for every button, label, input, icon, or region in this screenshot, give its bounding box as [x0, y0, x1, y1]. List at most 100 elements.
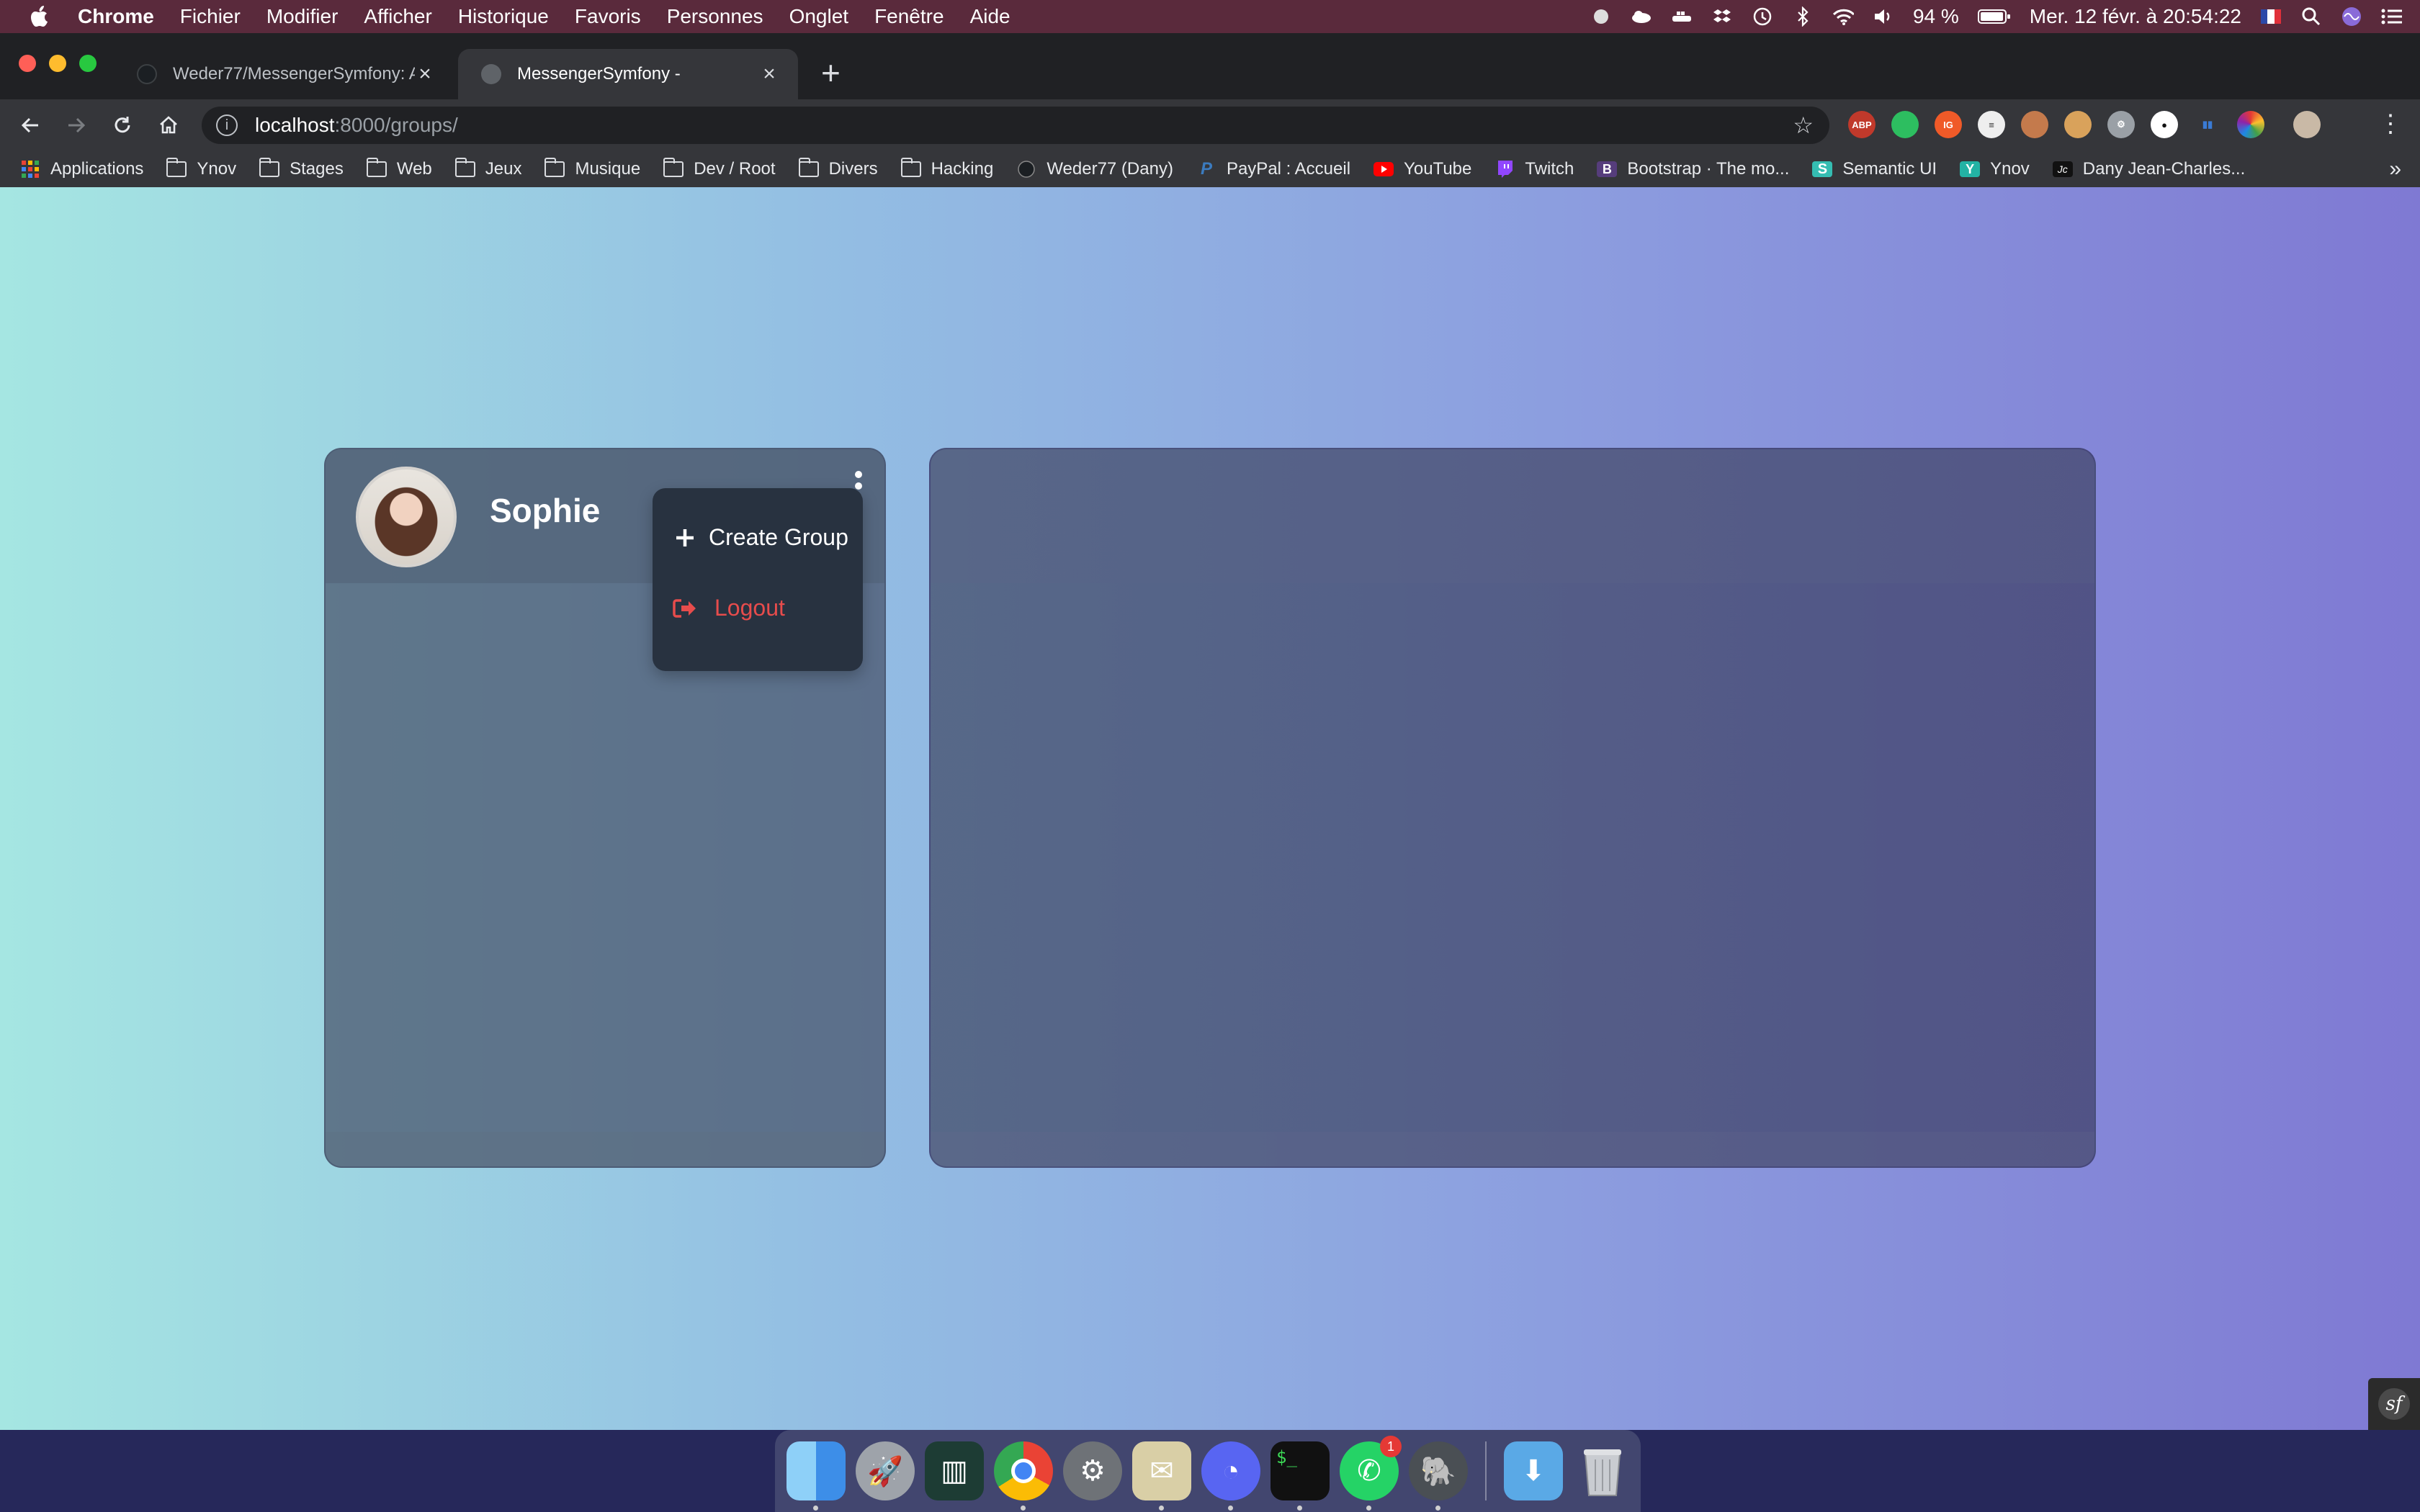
- bookmark-folder-web[interactable]: Web: [366, 158, 432, 179]
- bookmark-applications[interactable]: Applications: [20, 159, 143, 179]
- symfony-toolbar-toggle[interactable]: sf: [2368, 1378, 2420, 1430]
- site-info-icon[interactable]: i: [216, 114, 238, 136]
- trash-icon[interactable]: [1573, 1441, 1632, 1500]
- launchpad-icon[interactable]: 🚀: [856, 1441, 915, 1500]
- logout-menu-item[interactable]: Logout: [673, 595, 785, 621]
- zoom-window-button[interactable]: [79, 55, 97, 72]
- battery-icon[interactable]: [1977, 6, 2011, 27]
- menu-afficher[interactable]: Afficher: [364, 5, 431, 28]
- bluetooth-icon[interactable]: [1792, 6, 1814, 27]
- tab-github[interactable]: Weder77/MessengerSymfony: A ×: [114, 49, 454, 99]
- bookmark-label: Bootstrap · The mo...: [1627, 159, 1790, 179]
- menu-fichier[interactable]: Fichier: [180, 5, 241, 28]
- bookmarks-overflow-icon[interactable]: »: [2389, 157, 2401, 181]
- menu-personnes[interactable]: Personnes: [667, 5, 763, 28]
- folder-icon: [798, 158, 819, 177]
- back-button[interactable]: [14, 109, 46, 141]
- macos-dock: 🚀 ▥ ⚙ ✉ ◔ $_ ✆ 1 🐘 ⬇: [775, 1430, 1641, 1512]
- bookmark-folder-hacking[interactable]: Hacking: [900, 158, 993, 179]
- system-preferences-icon[interactable]: ⚙: [1063, 1441, 1122, 1500]
- finder-icon[interactable]: [786, 1441, 846, 1511]
- menu-modifier[interactable]: Modifier: [266, 5, 339, 28]
- folder-icon: [900, 158, 921, 177]
- macos-menu-bar: Chrome Fichier Modifier Afficher Histori…: [0, 0, 2420, 33]
- siri-icon[interactable]: [2341, 6, 2362, 27]
- bookmark-star-icon[interactable]: ☆: [1793, 112, 1814, 139]
- close-tab-icon[interactable]: ×: [759, 62, 779, 86]
- notification-center-icon[interactable]: [2381, 6, 2403, 27]
- wifi-icon[interactable]: [1832, 6, 1854, 27]
- downloads-folder-icon[interactable]: ⬇: [1504, 1441, 1563, 1500]
- reader-extension-icon[interactable]: ≡: [1978, 111, 2005, 138]
- gear-extension-icon[interactable]: ⚙: [2107, 111, 2135, 138]
- bookmark-twitch[interactable]: Twitch: [1494, 159, 1574, 179]
- bars-extension-icon[interactable]: ▮▮: [2194, 111, 2221, 138]
- browser-menu-icon[interactable]: ⋮: [2378, 109, 2403, 138]
- bookmark-youtube[interactable]: YouTube: [1373, 159, 1471, 179]
- evernote-status-icon[interactable]: [1590, 6, 1612, 27]
- menu-fenetre[interactable]: Fenêtre: [874, 5, 944, 28]
- bookmark-folder-ynov[interactable]: Ynov: [166, 158, 236, 179]
- bookmark-paypal[interactable]: P PayPal : Accueil: [1196, 159, 1350, 179]
- dashlane-icon[interactable]: ▥: [925, 1441, 984, 1500]
- bookmark-dany-jc[interactable]: Jc Dany Jean-Charles...: [2052, 159, 2245, 179]
- discord-icon[interactable]: ◔: [1201, 1441, 1260, 1511]
- cookie-icon[interactable]: [2064, 111, 2092, 138]
- profile-avatar-icon[interactable]: [2293, 111, 2321, 138]
- close-window-button[interactable]: [19, 55, 36, 72]
- create-group-menu-item[interactable]: Create Group: [673, 524, 848, 551]
- menu-aide[interactable]: Aide: [970, 5, 1010, 28]
- bookmark-label: Divers: [828, 159, 878, 179]
- tab-messenger[interactable]: MessengerSymfony - ×: [458, 49, 798, 99]
- menu-app-name[interactable]: Chrome: [78, 5, 154, 28]
- chat-panel: [929, 448, 2096, 1168]
- ig-extension-icon[interactable]: IG: [1935, 111, 1962, 138]
- flag-fr-icon[interactable]: [2260, 6, 2282, 27]
- menu-historique[interactable]: Historique: [458, 5, 549, 28]
- bookmark-folder-jeux[interactable]: Jeux: [454, 158, 521, 179]
- close-tab-icon[interactable]: ×: [415, 62, 435, 86]
- adblock-plus-icon[interactable]: ABP: [1848, 111, 1876, 138]
- forward-button[interactable]: [60, 109, 92, 141]
- menu-favoris[interactable]: Favoris: [575, 5, 641, 28]
- time-machine-icon[interactable]: [1752, 6, 1773, 27]
- menu-onglet[interactable]: Onglet: [789, 5, 849, 28]
- bookmark-folder-dev-root[interactable]: Dev / Root: [663, 158, 776, 179]
- dock-separator: [1485, 1441, 1487, 1500]
- docker-icon[interactable]: [1671, 6, 1693, 27]
- colorpicker-extension-icon[interactable]: [2237, 111, 2264, 138]
- bookmark-semantic-ui[interactable]: S Semantic UI: [1812, 159, 1937, 179]
- bookmark-ynov[interactable]: Y Ynov: [1960, 159, 2030, 179]
- apple-icon[interactable]: [26, 2, 55, 31]
- terminal-icon[interactable]: $_: [1270, 1441, 1330, 1511]
- chrome-icon[interactable]: [994, 1441, 1053, 1511]
- tampermonkey-icon[interactable]: [2021, 111, 2048, 138]
- tableplus-elephant-icon[interactable]: 🐘: [1409, 1441, 1468, 1511]
- bookmark-folder-divers[interactable]: Divers: [798, 158, 878, 179]
- menu-clock[interactable]: Mer. 12 févr. à 20:54:22: [2030, 5, 2241, 28]
- mail-icon[interactable]: ✉: [1132, 1441, 1191, 1511]
- reload-button[interactable]: [107, 109, 138, 141]
- whatsapp-icon[interactable]: ✆ 1: [1340, 1436, 1402, 1511]
- bookmark-bootstrap[interactable]: B Bootstrap · The mo...: [1597, 159, 1789, 179]
- circle-extension-icon[interactable]: ●: [2151, 111, 2178, 138]
- bookmark-github[interactable]: Weder77 (Dany): [1016, 159, 1173, 179]
- github-icon: [1016, 161, 1036, 178]
- sign-out-icon: [673, 598, 697, 618]
- new-tab-button[interactable]: +: [821, 55, 841, 91]
- bookmark-folder-musique[interactable]: Musique: [544, 158, 640, 179]
- evernote-icon[interactable]: [1891, 111, 1919, 138]
- spotlight-search-icon[interactable]: [2300, 6, 2322, 27]
- youtube-icon: [1373, 161, 1394, 177]
- volume-icon[interactable]: [1873, 6, 1894, 27]
- bookmark-folder-stages[interactable]: Stages: [259, 158, 344, 179]
- cloud-icon[interactable]: [1631, 6, 1652, 27]
- bookmark-label: Dev / Root: [694, 159, 776, 179]
- tab-title: Weder77/MessengerSymfony: A: [173, 64, 415, 84]
- chat-footer: [931, 1132, 2094, 1166]
- address-bar[interactable]: i localhost:8000/groups/ ☆: [202, 107, 1829, 144]
- home-button[interactable]: [153, 109, 184, 141]
- whatsapp-badge: 1: [1380, 1436, 1402, 1457]
- minimize-window-button[interactable]: [49, 55, 66, 72]
- dropbox-icon[interactable]: [1711, 6, 1733, 27]
